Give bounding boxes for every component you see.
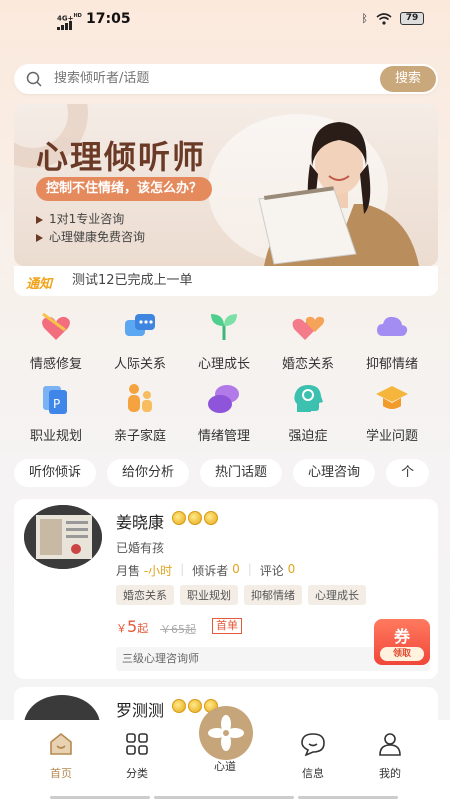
family-icon bbox=[128, 384, 152, 412]
search-bar[interactable]: 搜索 bbox=[14, 64, 438, 94]
banner-slogan: 控制不住情绪，该怎么办？ bbox=[36, 177, 213, 201]
tab-home[interactable]: 首页 bbox=[31, 732, 91, 781]
category-item[interactable]: 情绪管理 bbox=[182, 382, 266, 444]
counselor-illustration bbox=[258, 122, 419, 266]
banner-point: 1对1专业咨询 bbox=[36, 210, 124, 227]
user-icon bbox=[379, 733, 401, 756]
category-item[interactable]: 亲子家庭 bbox=[98, 382, 182, 444]
search-button[interactable]: 搜索 bbox=[380, 66, 436, 92]
signal-icon bbox=[57, 21, 72, 30]
banner-title: 心理倾听师 bbox=[36, 138, 207, 176]
svg-text:P: P bbox=[53, 397, 60, 411]
grid-icon bbox=[126, 733, 148, 755]
tag: 婚恋关系 bbox=[116, 585, 174, 605]
chip-consult[interactable]: 心理咨询 bbox=[293, 459, 376, 487]
cloud-icon bbox=[377, 316, 408, 336]
medal-icon bbox=[172, 699, 186, 713]
category-item[interactable]: P 职业规划 bbox=[14, 382, 98, 444]
medal-icon bbox=[172, 511, 186, 525]
category-item[interactable]: 学业问题 bbox=[350, 382, 434, 444]
message-icon bbox=[301, 733, 325, 757]
chip-more[interactable]: 个 bbox=[386, 459, 430, 487]
notice-text: 测试12已完成上一单 bbox=[72, 273, 193, 288]
mood-bubbles-icon bbox=[208, 385, 239, 413]
topic-chips: 听你倾诉 给你分析 热门话题 心理咨询个 bbox=[14, 459, 450, 489]
chat-bubbles-icon bbox=[125, 314, 155, 336]
document-icon: P bbox=[43, 386, 67, 414]
tab-xindao[interactable]: 心道 bbox=[195, 758, 255, 774]
banner-point: 心理健康免费咨询 bbox=[36, 228, 145, 245]
home-indicator bbox=[50, 796, 150, 799]
listener-name: 姜晓康 bbox=[116, 513, 165, 532]
hearts-icon bbox=[292, 316, 325, 340]
category-item[interactable]: 强迫症 bbox=[266, 382, 350, 444]
category-item[interactable]: 抑郁情绪 bbox=[350, 310, 434, 372]
category-item[interactable]: 人际关系 bbox=[98, 310, 182, 372]
first-order-badge: 首单 bbox=[212, 618, 242, 634]
bluetooth-icon: ᛒ bbox=[361, 12, 368, 25]
chip-analysis[interactable]: 给你分析 bbox=[107, 459, 190, 487]
status-bar: 4G+HD 17:05 ᛒ 79 bbox=[0, 0, 450, 40]
category-item[interactable]: 婚恋关系 bbox=[266, 310, 350, 372]
pinwheel-icon bbox=[208, 715, 244, 751]
listener-tags: 婚恋关系 职业规划 抑郁情绪 心理成长 bbox=[116, 585, 366, 605]
head-brain-icon bbox=[294, 385, 323, 412]
tab-xindao-button[interactable] bbox=[199, 706, 253, 760]
tab-category[interactable]: 分类 bbox=[107, 732, 167, 781]
medal-icon bbox=[188, 511, 202, 525]
original-price: ￥65起 bbox=[160, 623, 196, 636]
home-indicator bbox=[154, 796, 294, 799]
home-icon bbox=[50, 732, 72, 755]
coupon-button[interactable]: 券 领取 bbox=[374, 619, 430, 665]
sprout-icon bbox=[211, 314, 237, 340]
notice-bar[interactable]: 通知 测试12已完成上一单 bbox=[14, 266, 438, 296]
home-indicator bbox=[298, 796, 398, 799]
graduation-cap-icon bbox=[376, 386, 408, 409]
notice-tag: 通知 bbox=[26, 277, 53, 292]
listener-subtitle: 已婚有孩 bbox=[116, 541, 165, 555]
tag: 心理成长 bbox=[308, 585, 366, 605]
tab-bar: 首页 分类 心道 信息 我的 bbox=[0, 706, 450, 800]
tag: 职业规划 bbox=[180, 585, 238, 605]
chip-listen[interactable]: 听你倾诉 bbox=[14, 459, 97, 487]
heart-arrow-icon bbox=[42, 312, 70, 340]
category-item[interactable]: 心理成长 bbox=[182, 310, 266, 372]
avatar bbox=[24, 505, 102, 569]
tab-mine[interactable]: 我的 bbox=[360, 732, 420, 781]
chip-hot-topics[interactable]: 热门话题 bbox=[200, 459, 283, 487]
listener-stats: 月售 -小时 | 倾诉者 0 | 评论 0 bbox=[116, 562, 296, 578]
search-icon bbox=[26, 71, 42, 87]
medal-icon bbox=[204, 511, 218, 525]
battery-indicator: 79 bbox=[400, 12, 424, 25]
wifi-icon bbox=[376, 12, 392, 25]
search-input[interactable] bbox=[54, 64, 354, 94]
promo-banner[interactable]: 心理倾听师 控制不住情绪，该怎么办？ 1对1专业咨询 心理健康免费咨询 bbox=[14, 104, 438, 266]
clock: 17:05 bbox=[86, 11, 131, 27]
price: ￥5起 bbox=[116, 617, 149, 636]
medals bbox=[172, 511, 218, 525]
category-item[interactable]: 情感修复 bbox=[14, 310, 98, 372]
tag: 抑郁情绪 bbox=[244, 585, 302, 605]
listener-name: 罗测测 bbox=[116, 701, 165, 720]
tab-messages[interactable]: 信息 bbox=[283, 732, 343, 781]
listener-card[interactable]: 姜晓康 已婚有孩 月售 -小时 | 倾诉者 0 | 评论 0 婚恋关系 职业规划… bbox=[14, 499, 438, 679]
